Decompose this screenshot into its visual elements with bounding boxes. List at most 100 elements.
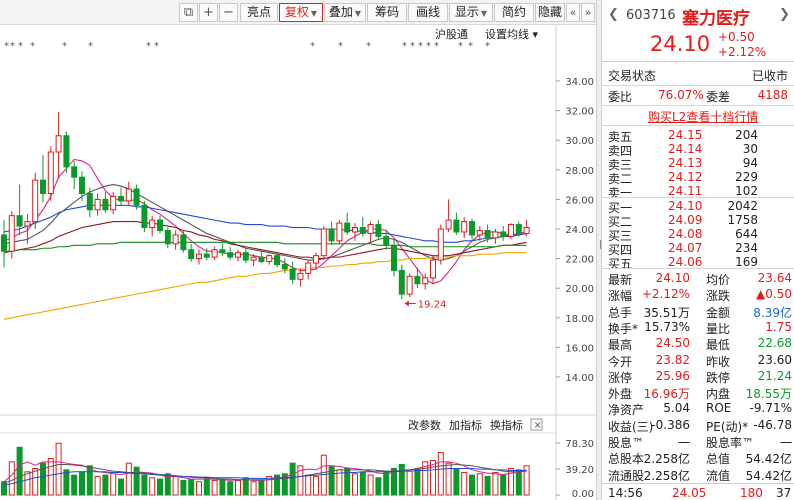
candle-body (266, 255, 273, 263)
volume-bar (149, 477, 156, 496)
stat-value: 2.258亿 (643, 468, 690, 483)
chart-toolbar: ⧉ + − 亮点 复权 ▼ 叠加 ▼ 筹码 画线 显示 ▼ 简约 隐藏 « » (0, 0, 600, 25)
stat-row: 最新 24.10 均价 23.64 (602, 270, 794, 287)
adjust-rights-button[interactable]: 复权 ▼ (279, 3, 323, 22)
candle-body (437, 228, 444, 261)
volume-tick-label: 78.30 (565, 439, 594, 450)
volume-bar (157, 478, 163, 496)
next-stock-icon[interactable]: ❯ (779, 7, 790, 22)
event-star-marker: * (468, 41, 473, 52)
candle-body (476, 229, 483, 236)
stock-name: 塞力医疗 (682, 9, 750, 29)
candle-body (289, 268, 296, 280)
kline-chart-area[interactable]: 34.00 32.00 30.00 28.00 26.00 24.00 22.00 20.00… (0, 25, 596, 500)
volume-bar (102, 474, 109, 496)
candle-body (133, 188, 140, 206)
candle-body (157, 219, 163, 231)
kline-chart[interactable]: 34.00 32.00 30.00 28.00 26.00 24.00 22.00 20.00… (0, 25, 596, 500)
volume-bar (476, 473, 483, 496)
ask-price: 24.13 (668, 156, 703, 170)
candle-body (414, 275, 421, 285)
volume-bar (258, 479, 265, 496)
volume-bar (110, 471, 117, 496)
volume-bar (164, 473, 171, 496)
stat-value: -0.386 (651, 417, 690, 432)
order-ratio-value: 76.07% (658, 88, 704, 102)
volume-bar (118, 478, 124, 496)
prev-stock-icon[interactable]: ❮ (608, 7, 619, 22)
volume-bar (492, 471, 499, 496)
stat-row: 总手 35.51万 金额 8.39亿 (602, 303, 794, 320)
volume-bar (406, 470, 413, 496)
candle-body (24, 221, 31, 227)
volume-bar (196, 481, 202, 496)
event-star-marker: * (310, 41, 315, 52)
candle-body (422, 277, 429, 285)
candle-body (47, 151, 54, 194)
ask-volume: 30 (742, 142, 758, 156)
splitter-handle-icon[interactable]: ❘ (597, 240, 605, 260)
trade-status-label: 交易状态 (608, 69, 657, 83)
buy-l2-link[interactable]: 购买L2查看十档行情 (648, 108, 758, 125)
highlight-button[interactable]: 亮点 (240, 3, 278, 22)
stat-value: 24.50 (655, 336, 690, 351)
bid-price: 24.06 (668, 255, 703, 269)
candle-body (196, 253, 202, 260)
volume-indicator-button[interactable]: 改参数 (408, 418, 441, 432)
candle-body (8, 215, 15, 252)
plus-icon[interactable]: + (199, 3, 218, 22)
minus-icon[interactable]: − (219, 3, 238, 22)
draw-line-button[interactable]: 画线 (408, 3, 448, 22)
copy-icon[interactable]: ⧉ (179, 3, 198, 22)
volume-bar (32, 467, 39, 496)
bid-volume: 1758 (727, 213, 758, 227)
stat-row: 换手* 15.73% 量比 1.75 (602, 319, 794, 336)
price-change: +0.50 (718, 30, 755, 44)
candle-body (274, 255, 280, 266)
chevron-down-icon: ▼ (310, 9, 318, 18)
candle-body (32, 179, 39, 223)
chips-button[interactable]: 筹码 (367, 3, 407, 22)
stat-value: +2.12% (641, 287, 690, 302)
stat-row: 流通股 2.258亿 流值 54.42亿 (602, 466, 794, 483)
stat-value: 22.68 (757, 336, 792, 351)
event-star-marker: * (458, 41, 463, 52)
stat-row: 股息™ 一股息率™ 一 (602, 433, 794, 450)
low-marker-label: 19.24 (418, 299, 447, 310)
ask-price: 24.14 (668, 142, 703, 156)
volume-indicator-button[interactable]: 加指标 (449, 418, 482, 432)
volume-indicator-button[interactable]: 换指标 (490, 418, 523, 432)
volume-bar (180, 479, 187, 496)
volume-bar (71, 474, 78, 496)
order-ratio-label: 委比 (608, 90, 633, 104)
trade-status-row: 交易状态 已收市 (602, 66, 794, 83)
ask-volume: 102 (735, 184, 758, 198)
simple-button[interactable]: 简约 (494, 3, 534, 22)
candle-body (250, 256, 257, 261)
volume-bar (47, 458, 54, 496)
candle-body (16, 215, 23, 227)
order-ratio-row: 委比 76.07% 委差 4188 (602, 87, 794, 104)
volume-bar (16, 446, 23, 496)
display-button[interactable]: 显示 ▼ (449, 3, 493, 22)
volume-bar (289, 462, 296, 496)
hide-button[interactable]: 隐藏 (535, 3, 565, 22)
candle-body (63, 135, 70, 168)
volume-bar (484, 475, 491, 496)
bid-volume: 234 (735, 241, 758, 255)
stat-row: 外盘 16.96万 内盘 18.55万 (602, 384, 794, 401)
overlay-button[interactable]: 叠加 ▼ (324, 3, 366, 22)
scroll-left-icon[interactable]: « (566, 3, 580, 22)
volume-bar (359, 471, 366, 496)
candle-body (484, 229, 491, 239)
latest-price: 24.10 (650, 32, 711, 56)
event-star-marker: * (10, 41, 15, 52)
volume-bar (375, 477, 382, 496)
price-tick-label: 34.00 (565, 77, 594, 88)
candle-body (102, 198, 109, 211)
scroll-right-icon[interactable]: » (581, 3, 595, 22)
candle-body (375, 224, 382, 237)
bid-price: 24.08 (668, 227, 703, 241)
stat-value: 54.42亿 (745, 468, 792, 483)
ma-settings-button[interactable]: 设置均线 ▾ (485, 27, 538, 41)
